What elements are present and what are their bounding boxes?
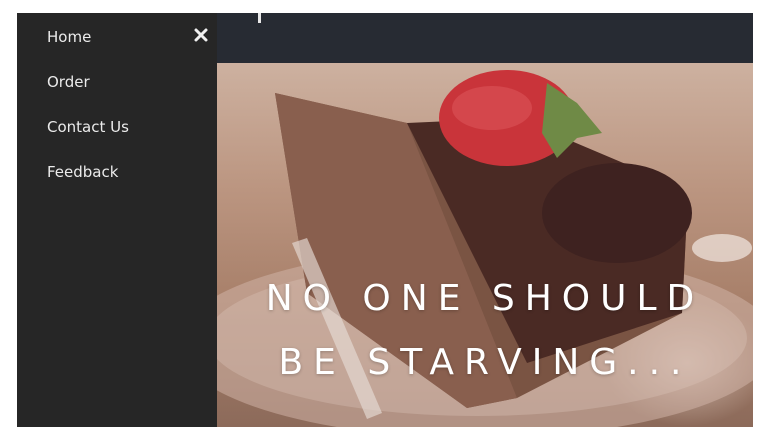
hero-headline-line-2: BE STARVING... bbox=[278, 342, 692, 383]
sidebar-item-feedback[interactable]: Feedback bbox=[47, 163, 118, 181]
sidebar-menu: Home Order Contact Us Feedback bbox=[17, 13, 217, 427]
close-icon[interactable] bbox=[193, 27, 209, 43]
hero-headline-line-1: NO ONE SHOULD bbox=[265, 278, 705, 319]
sidebar-item-contact-us[interactable]: Contact Us bbox=[47, 118, 129, 136]
app-frame: NO ONE SHOULD BE STARVING... Home Order … bbox=[17, 13, 753, 427]
sidebar-item-home[interactable]: Home bbox=[47, 28, 91, 46]
top-bar bbox=[217, 13, 753, 63]
glaze-top bbox=[542, 163, 692, 263]
menu-toggle-marker bbox=[258, 13, 261, 23]
sidebar-item-order[interactable]: Order bbox=[47, 73, 90, 91]
hero-banner: NO ONE SHOULD BE STARVING... bbox=[217, 63, 753, 427]
